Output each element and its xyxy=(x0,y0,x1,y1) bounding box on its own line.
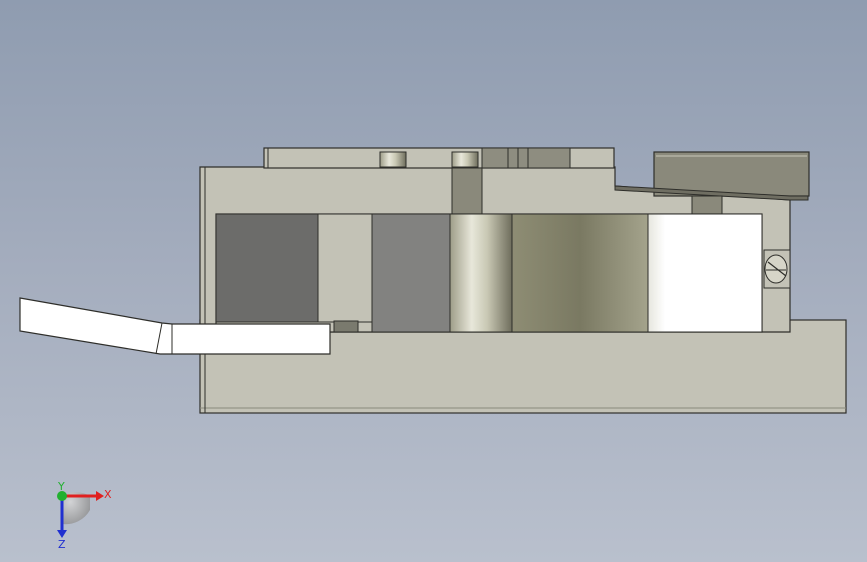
dark-insert-left xyxy=(215,213,319,323)
side-screw xyxy=(763,249,791,289)
olive-block xyxy=(511,213,649,333)
x-axis-label: X xyxy=(104,488,112,501)
coordinate-triad: X Y Z xyxy=(57,480,112,550)
top-cover-plate xyxy=(263,147,615,169)
y-axis-label: Y xyxy=(57,480,65,493)
z-axis-label: Z xyxy=(58,538,66,550)
screw-head-left xyxy=(379,151,407,168)
cylinder-roller xyxy=(449,213,513,333)
white-block xyxy=(647,213,763,333)
vertical-pin xyxy=(451,167,483,215)
screw-head-right xyxy=(451,151,479,168)
spacer-block xyxy=(317,213,373,333)
gray-insert xyxy=(371,213,451,333)
cad-viewport[interactable] xyxy=(0,0,867,562)
